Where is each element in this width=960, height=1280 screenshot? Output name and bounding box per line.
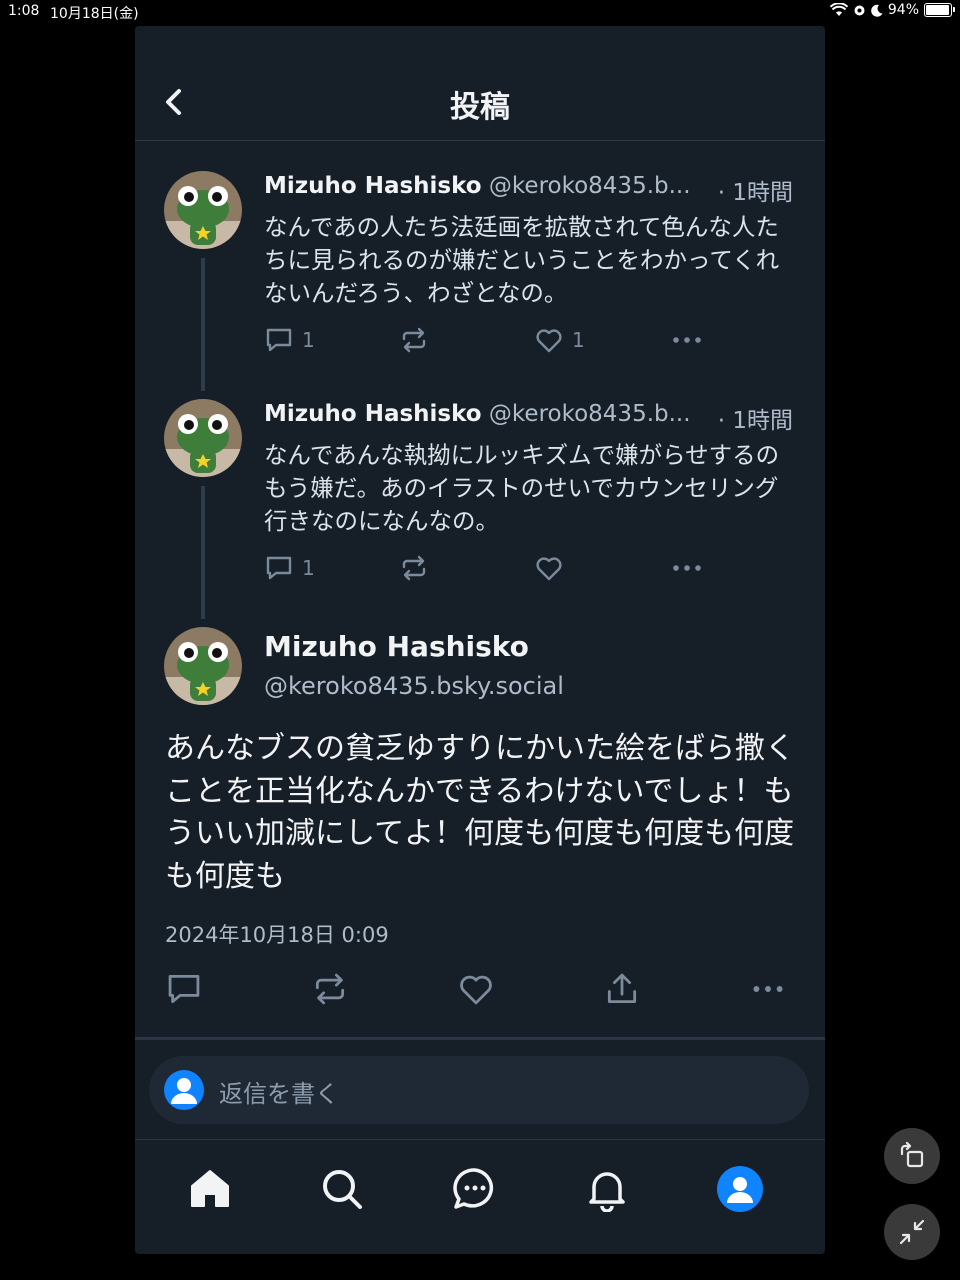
thread-line	[201, 486, 205, 619]
post-actions	[165, 970, 795, 1010]
minimize-button[interactable]	[884, 1204, 940, 1260]
post-meta: Mizuho Hashisko @keroko8435.b...	[264, 401, 691, 427]
reply-count: 1	[302, 328, 315, 352]
heart-icon	[460, 975, 492, 1005]
reply-composer[interactable]: 返信を書く	[149, 1056, 809, 1124]
wifi-icon	[829, 3, 848, 16]
battery-icon	[924, 3, 955, 17]
thread-line	[201, 258, 205, 391]
divider	[135, 1037, 825, 1040]
repost-button[interactable]	[399, 553, 437, 583]
bell-icon	[589, 1172, 625, 1212]
heart-icon	[536, 329, 562, 353]
like-button[interactable]: 1	[534, 325, 585, 355]
status-right: 94%	[829, 2, 955, 18]
tab-bar	[135, 1139, 825, 1254]
more-button[interactable]	[669, 325, 705, 355]
repost-button[interactable]	[399, 325, 437, 355]
repost-icon	[402, 555, 426, 581]
alarm-icon	[854, 5, 865, 16]
author-name[interactable]: Mizuho Hashisko	[264, 630, 529, 663]
tab-search[interactable]	[317, 1164, 367, 1214]
post-date: 2024年10月18日 0:09	[165, 923, 389, 947]
share-icon	[607, 973, 637, 1004]
author-handle[interactable]: @keroko8435.bsky.social	[264, 672, 564, 700]
rotate-icon	[900, 1141, 924, 1168]
post-meta: Mizuho Hashisko @keroko8435.b...	[264, 173, 691, 199]
header: 投稿	[135, 26, 825, 141]
home-icon	[191, 1170, 229, 1207]
page-title: 投稿	[450, 90, 510, 125]
frog-avatar-icon	[164, 171, 242, 249]
status-date: 10月18日(金)	[50, 6, 139, 22]
minimize-icon	[899, 1219, 925, 1245]
repost-button[interactable]	[311, 970, 349, 1008]
reply-icon	[168, 974, 200, 1004]
moon-icon	[871, 4, 883, 17]
repost-icon	[315, 973, 345, 1005]
frog-avatar-icon	[164, 627, 242, 705]
more-icon	[673, 565, 701, 571]
like-button[interactable]	[534, 553, 572, 583]
more-icon	[673, 337, 701, 343]
tab-home[interactable]	[185, 1164, 235, 1214]
author-name[interactable]: Mizuho Hashisko	[264, 401, 482, 427]
repost-icon	[402, 327, 426, 353]
reply-icon	[266, 328, 292, 352]
like-button[interactable]	[457, 970, 495, 1008]
author-name[interactable]: Mizuho Hashisko	[264, 173, 482, 199]
rotate-button[interactable]	[884, 1128, 940, 1184]
reply-placeholder: 返信を書く	[219, 1080, 339, 1108]
status-bar: 1:08 10月18日(金) 94%	[0, 0, 960, 24]
post-text: なんであの人たち法廷画を拡散されて色んな人たちに見られるのが嫌だということをわか…	[264, 213, 780, 307]
tab-notifications[interactable]	[582, 1164, 632, 1214]
more-icon	[753, 986, 783, 992]
post-text: なんであんな執拗にルッキズムで嫌がらせするのもう嫌だ。あのイラストのせいでカウン…	[264, 441, 780, 535]
avatar[interactable]	[164, 399, 242, 477]
reply-button[interactable]: 1	[264, 553, 315, 583]
avatar[interactable]	[164, 627, 242, 705]
battery-percent: 94%	[887, 2, 919, 18]
post-actions: 1 1	[264, 325, 714, 359]
tab-chat[interactable]	[450, 1164, 500, 1214]
heart-icon	[536, 557, 562, 581]
like-count: 1	[572, 328, 585, 352]
reply-button[interactable]: 1	[264, 325, 315, 355]
search-icon	[323, 1170, 362, 1209]
more-button[interactable]	[669, 553, 705, 583]
profile-icon	[717, 1166, 763, 1212]
tab-profile[interactable]	[715, 1164, 765, 1214]
share-button[interactable]	[603, 970, 641, 1008]
app-window: 投稿 Mizuho Hashisko @keroko8435.b... · 1時…	[135, 26, 825, 1254]
frog-avatar-icon	[164, 399, 242, 477]
user-avatar	[164, 1070, 204, 1110]
post-text: あんなブスの貧乏ゆすりにかいた絵をばら撒くことを正当化なんかできるわけないでしょ…	[165, 731, 795, 894]
post-actions: 1	[264, 553, 714, 587]
post-time: · 1時間	[717, 408, 793, 434]
chat-icon	[453, 1168, 494, 1209]
reply-count: 1	[302, 556, 315, 580]
author-handle[interactable]: @keroko8435.b...	[489, 173, 691, 199]
more-button[interactable]	[749, 970, 787, 1008]
reply-icon	[266, 556, 292, 580]
status-time: 1:08	[8, 3, 40, 19]
avatar[interactable]	[164, 171, 242, 249]
default-user-icon	[171, 1078, 197, 1104]
author-handle[interactable]: @keroko8435.b...	[489, 401, 691, 427]
post-time: · 1時間	[717, 180, 793, 206]
reply-button[interactable]	[165, 970, 203, 1008]
